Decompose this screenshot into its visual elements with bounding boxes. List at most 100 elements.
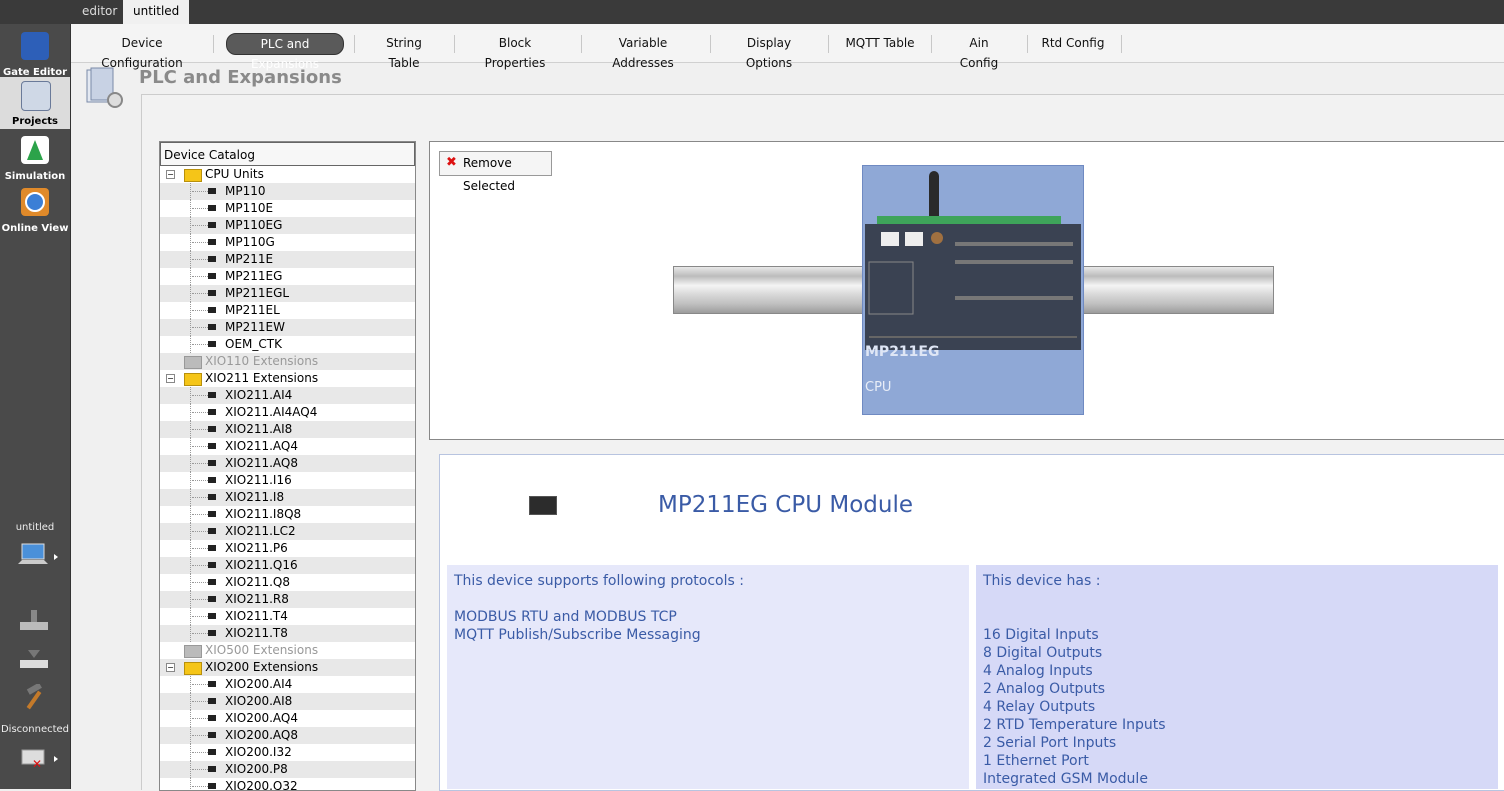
tree-category[interactable]: − CPU Units [160,166,415,183]
simulation-button[interactable]: Simulation [0,132,70,184]
tab-untitled[interactable]: untitled [123,0,190,24]
tree-guide-line [192,293,208,294]
tree-item[interactable]: XIO211.I16 [160,472,415,489]
tree-item-label: MP110G [225,235,275,249]
toolbar-divider [354,35,355,53]
tab-mqtt-table[interactable]: MQTT Table [845,33,915,53]
gate-editor-icon [21,32,49,60]
tree-item[interactable]: XIO200.Q32 [160,778,415,791]
module-chip-icon [208,324,216,330]
toolbar-divider [213,35,214,53]
tree-item-label: XIO200.Q32 [225,779,298,791]
tree-item[interactable]: MP110 [160,183,415,200]
tree-item[interactable]: MP211EGL [160,285,415,302]
collapse-toggle-icon[interactable]: − [166,374,175,383]
feature-item: Integrated GSM Module [983,771,1148,787]
module-chip-icon [208,766,216,772]
tree-item[interactable]: XIO211.I8Q8 [160,506,415,523]
computer-icon[interactable] [18,542,58,568]
tree-item[interactable]: XIO200.AQ8 [160,727,415,744]
features-heading: This device has : [983,573,1101,589]
tree-category[interactable]: XIO500 Extensions [160,642,415,659]
simulation-icon [21,136,49,164]
tree-guide-line [192,718,208,719]
tree-guide-line [192,735,208,736]
tab-plc-and-expansions[interactable]: PLC and Expansions [226,33,344,71]
plc-settings-icon [83,66,123,110]
tree-item[interactable]: XIO211.Q8 [160,574,415,591]
tree-category-label: XIO211 Extensions [205,371,319,385]
tree-item[interactable]: XIO211.AI8 [160,421,415,438]
online-view-button[interactable]: Online View [0,184,70,236]
module-chip-icon [208,409,216,415]
tree-item[interactable]: XIO211.P6 [160,540,415,557]
tree-item[interactable]: MP211EW [160,319,415,336]
tree-item[interactable]: MP211EL [160,302,415,319]
module-chip-icon [208,443,216,449]
tree-guide-line [192,327,208,328]
collapse-toggle-icon[interactable]: − [166,663,175,672]
tab-editor[interactable]: editor [72,0,127,23]
tab-rtd-config[interactable]: Rtd Config [1041,33,1105,53]
tree-item[interactable]: XIO200.AI8 [160,693,415,710]
gate-editor-button[interactable]: Gate Editor [0,28,70,80]
tree-guide-line [192,208,208,209]
tree-item-label: XIO211.AQ4 [225,439,299,453]
left-sidebar: Gate Editor Projects Simulation Online V… [0,24,71,789]
tree-guide-line [192,310,208,311]
build-hammer-icon[interactable] [18,682,50,710]
upload-icon[interactable] [18,608,50,634]
tree-category[interactable]: − XIO200 Extensions [160,659,415,676]
tree-item[interactable]: MP110G [160,234,415,251]
module-chip-icon [208,630,216,636]
tree-item[interactable]: OEM_CTK [160,336,415,353]
tree-item[interactable]: XIO200.P8 [160,761,415,778]
folder-icon [184,645,202,658]
tree-item[interactable]: MP211EG [160,268,415,285]
tab-block-properties[interactable]: Block Properties [469,33,561,70]
tree-item[interactable]: XIO211.LC2 [160,523,415,540]
tree-item[interactable]: XIO211.Q16 [160,557,415,574]
plc-module[interactable]: MP211EG CPU [862,165,1084,415]
protocol-item: MQTT Publish/Subscribe Messaging [454,627,701,643]
tree-item[interactable]: XIO211.AI4AQ4 [160,404,415,421]
tree-item[interactable]: MP211E [160,251,415,268]
tree-item[interactable]: XIO200.AQ4 [160,710,415,727]
remove-selected-button[interactable]: ✖ Remove Selected [439,151,552,193]
tree-item[interactable]: XIO211.R8 [160,591,415,608]
download-icon[interactable] [18,646,50,672]
tab-display-options[interactable]: Display Options [727,33,811,70]
tree-category[interactable]: XIO110 Extensions [160,353,415,370]
disconnect-icon[interactable]: ✕ [18,744,58,771]
tree-item[interactable]: XIO200.AI4 [160,676,415,693]
tab-device-configuration[interactable]: Device Configuration [83,33,201,70]
tab-ain-config[interactable]: Ain Config [949,33,1009,70]
tab-string-table[interactable]: String Table [369,33,439,70]
tree-item[interactable]: XIO211.I8 [160,489,415,506]
tree-category[interactable]: − XIO211 Extensions [160,370,415,387]
feature-item: 8 Digital Outputs [983,645,1103,661]
tree-item[interactable]: XIO211.T8 [160,625,415,642]
tree-item-label: XIO200.AQ4 [225,711,299,725]
device-catalog[interactable]: Device Catalog − CPU Units MP110 MP110E MP11… [159,141,416,791]
projects-button[interactable]: Projects [0,77,70,129]
tab-variable-addresses[interactable]: Variable Addresses [593,33,693,70]
tree-item[interactable]: XIO211.AI4 [160,387,415,404]
online-view-glyph [25,192,45,212]
collapse-toggle-icon[interactable]: − [166,170,175,179]
tree-guide-line [192,786,208,787]
tree-item-label: XIO211.LC2 [225,524,296,538]
tree-item[interactable]: MP110EG [160,217,415,234]
tree-guide-line [192,599,208,600]
tree-guide-line [192,225,208,226]
tree-guide-line [192,242,208,243]
device-title: MP211EG CPU Module [658,492,913,518]
tree-item[interactable]: XIO211.AQ4 [160,438,415,455]
tree-item[interactable]: XIO211.AQ8 [160,455,415,472]
device-tree[interactable]: − CPU Units MP110 MP110E MP110EG MP110G MP211E… [160,166,415,791]
tree-item[interactable]: MP110E [160,200,415,217]
tree-item[interactable]: XIO211.T4 [160,608,415,625]
module-chip-icon [208,715,216,721]
module-chip-icon [208,392,216,398]
tree-item[interactable]: XIO200.I32 [160,744,415,761]
